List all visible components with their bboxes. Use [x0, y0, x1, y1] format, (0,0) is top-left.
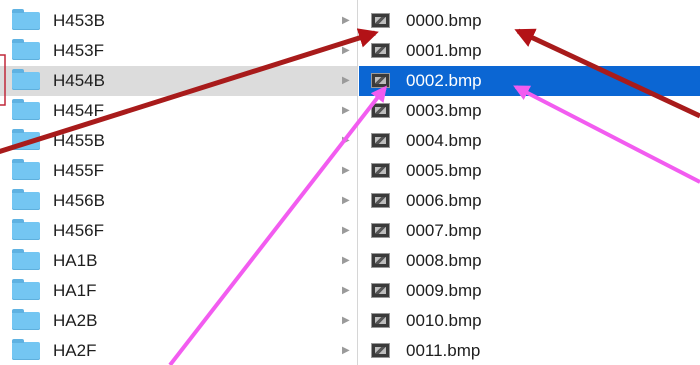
- file-name: 0007.bmp: [406, 221, 482, 240]
- file-name: 0003.bmp: [406, 101, 482, 120]
- file-name: 0001.bmp: [406, 41, 482, 60]
- folder-icon: [12, 159, 40, 180]
- chevron-right-icon[interactable]: ▶: [342, 6, 350, 36]
- folder-row[interactable]: H455F ▶: [0, 156, 358, 186]
- folder-row[interactable]: H453F ▶: [0, 36, 358, 66]
- bmp-image-file-icon: [371, 163, 390, 178]
- chevron-right-icon[interactable]: ▶: [342, 96, 350, 126]
- folder-icon: [12, 69, 40, 90]
- file-row[interactable]: 0005.bmp: [359, 156, 700, 186]
- folder-name: H453B: [53, 11, 105, 30]
- file-row[interactable]: 0003.bmp: [359, 96, 700, 126]
- folder-icon: [12, 99, 40, 120]
- folder-name: HA1B: [53, 251, 98, 270]
- bmp-image-file-icon: [371, 223, 390, 238]
- folder-name: H455B: [53, 131, 105, 150]
- bmp-image-file-icon: [371, 313, 390, 328]
- file-name: 0008.bmp: [406, 251, 482, 270]
- folder-icon: [12, 129, 40, 150]
- chevron-right-icon[interactable]: ▶: [342, 66, 350, 96]
- bmp-image-file-icon: [371, 43, 390, 58]
- chevron-right-icon[interactable]: ▶: [342, 36, 350, 66]
- chevron-right-icon[interactable]: ▶: [342, 276, 350, 306]
- folder-row[interactable]: HA1F ▶: [0, 276, 358, 306]
- folder-name: HA2B: [53, 311, 98, 330]
- chevron-right-icon[interactable]: ▶: [342, 306, 350, 336]
- file-row[interactable]: 0001.bmp: [359, 36, 700, 66]
- bmp-image-file-icon: [371, 343, 390, 358]
- file-row[interactable]: 0007.bmp: [359, 216, 700, 246]
- bmp-image-file-icon: [371, 283, 390, 298]
- folder-icon: [12, 339, 40, 360]
- column-divider[interactable]: [357, 0, 358, 365]
- file-row[interactable]: 0011.bmp: [359, 336, 700, 365]
- bmp-image-file-icon: [371, 13, 390, 28]
- folder-name: H454B: [53, 71, 105, 90]
- folder-icon: [12, 189, 40, 210]
- folder-icon: [12, 249, 40, 270]
- bmp-image-file-icon: [371, 103, 390, 118]
- folder-row[interactable]: H454F ▶: [0, 96, 358, 126]
- file-row[interactable]: 0000.bmp: [359, 6, 700, 36]
- file-name: 0005.bmp: [406, 161, 482, 180]
- file-row[interactable]: 0002.bmp: [359, 66, 700, 96]
- folder-name: H456B: [53, 191, 105, 210]
- folder-name: HA2F: [53, 341, 97, 360]
- folder-row[interactable]: HA2B ▶: [0, 306, 358, 336]
- chevron-right-icon[interactable]: ▶: [342, 126, 350, 156]
- folder-name: H456F: [53, 221, 105, 240]
- folder-name: HA1F: [53, 281, 97, 300]
- folder-row[interactable]: H454B ▶: [0, 66, 358, 96]
- folder-name: H454F: [53, 101, 105, 120]
- file-name: 0000.bmp: [406, 11, 482, 30]
- file-row[interactable]: 0008.bmp: [359, 246, 700, 276]
- file-name: 0006.bmp: [406, 191, 482, 210]
- file-name: 0002.bmp: [406, 71, 482, 90]
- bmp-image-file-icon: [371, 253, 390, 268]
- folder-row[interactable]: HA1B ▶: [0, 246, 358, 276]
- folder-column[interactable]: H453B ▶ H453F ▶ H454B ▶ H454F ▶ H455B ▶ H455F ▶ H456…: [0, 0, 358, 365]
- folder-icon: [12, 219, 40, 240]
- bmp-image-file-icon: [371, 73, 390, 88]
- file-row[interactable]: 0010.bmp: [359, 306, 700, 336]
- file-name: 0011.bmp: [406, 341, 481, 360]
- folder-name: H453F: [53, 41, 105, 60]
- folder-row[interactable]: H455B ▶: [0, 126, 358, 156]
- folder-icon: [12, 279, 40, 300]
- bmp-image-file-icon: [371, 193, 390, 208]
- file-column[interactable]: 0000.bmp 0001.bmp 0002.bmp 0003.bmp 0004.bmp…: [359, 0, 700, 365]
- file-row[interactable]: 0006.bmp: [359, 186, 700, 216]
- chevron-right-icon[interactable]: ▶: [342, 246, 350, 276]
- folder-icon: [12, 309, 40, 330]
- bmp-image-file-icon: [371, 133, 390, 148]
- file-name: 0009.bmp: [406, 281, 482, 300]
- folder-row[interactable]: HA2F ▶: [0, 336, 358, 365]
- chevron-right-icon[interactable]: ▶: [342, 216, 350, 246]
- folder-icon: [12, 39, 40, 60]
- folder-row[interactable]: H456F ▶: [0, 216, 358, 246]
- file-name: 0010.bmp: [406, 311, 482, 330]
- chevron-right-icon[interactable]: ▶: [342, 186, 350, 216]
- chevron-right-icon[interactable]: ▶: [342, 156, 350, 186]
- folder-row[interactable]: H456B ▶: [0, 186, 358, 216]
- folder-name: H455F: [53, 161, 105, 180]
- file-name: 0004.bmp: [406, 131, 482, 150]
- folder-icon: [12, 9, 40, 30]
- folder-row[interactable]: H453B ▶: [0, 6, 358, 36]
- column-browser: H453B ▶ H453F ▶ H454B ▶ H454F ▶ H455B ▶ H455F ▶ H456…: [0, 0, 700, 365]
- file-row[interactable]: 0009.bmp: [359, 276, 700, 306]
- chevron-right-icon[interactable]: ▶: [342, 336, 350, 365]
- file-row[interactable]: 0004.bmp: [359, 126, 700, 156]
